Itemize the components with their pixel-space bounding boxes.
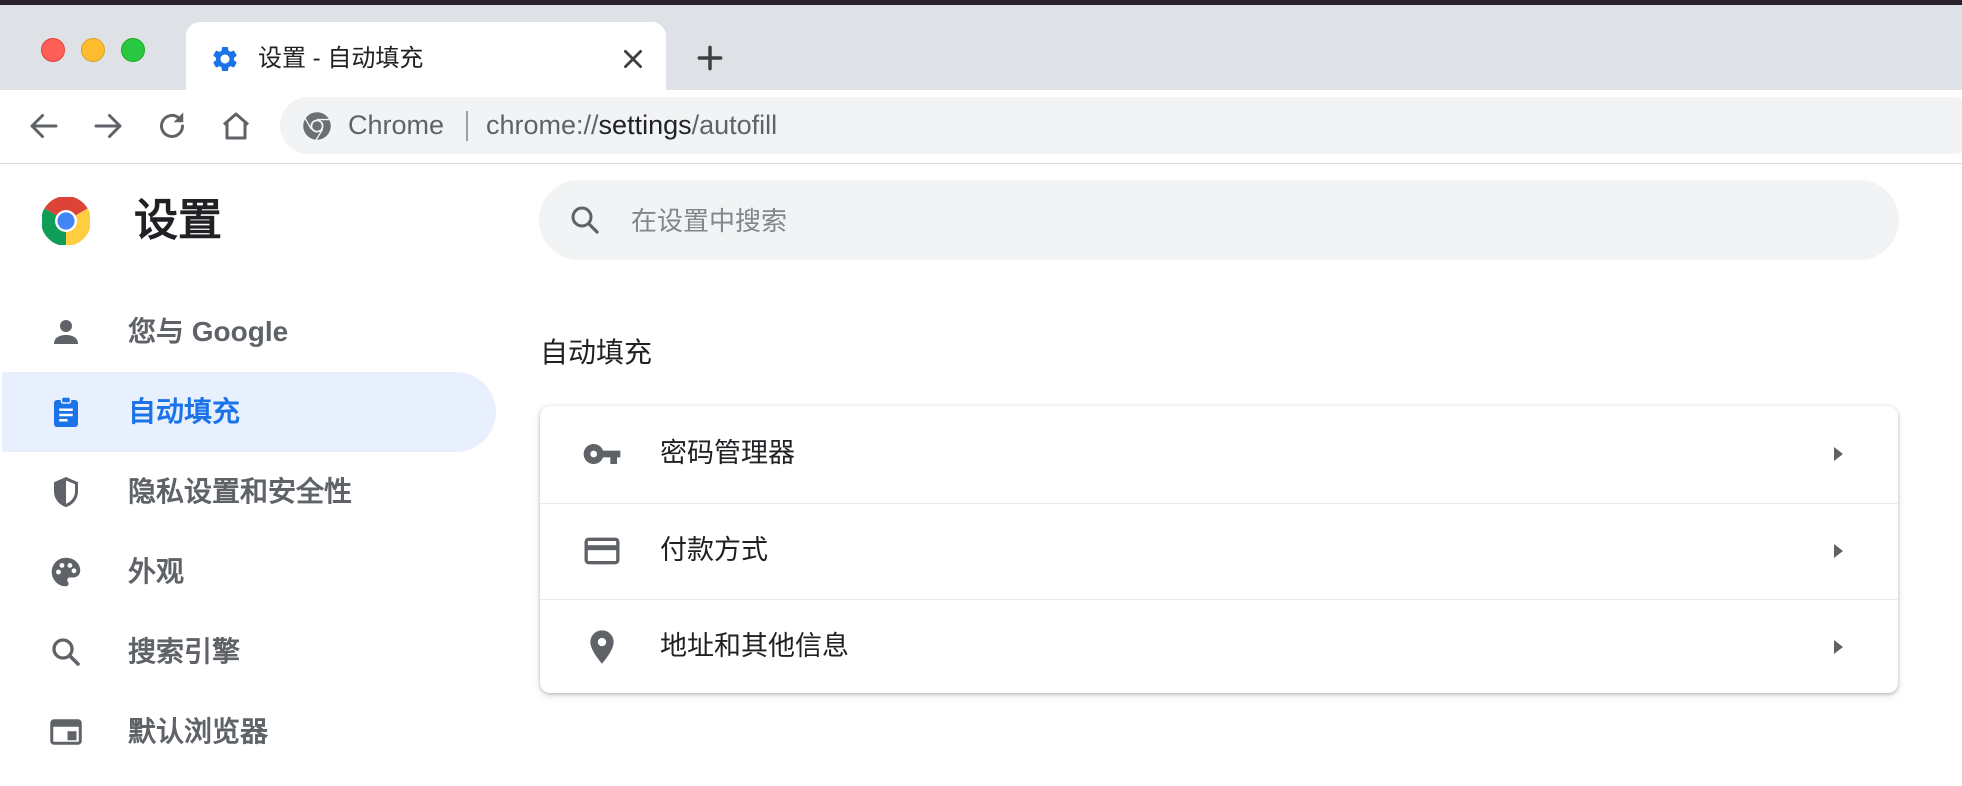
shield-icon: [54, 477, 78, 507]
gear-icon: [213, 46, 237, 71]
search-icon: [52, 638, 80, 666]
tab-title: 设置 - 自动填充: [258, 45, 424, 72]
url-scheme: chrome://: [486, 110, 599, 140]
browser-toolbar: Chrome chrome://settings/autofill: [0, 90, 1962, 164]
row-payment-methods[interactable]: 付款方式: [540, 503, 1898, 600]
section-title: 自动填充: [540, 337, 653, 368]
url-host: settings: [598, 110, 692, 140]
chevron-right-icon: [1834, 544, 1843, 558]
sidebar-item-label: 默认浏览器: [128, 716, 269, 747]
tab-settings-autofill[interactable]: 设置 - 自动填充: [186, 22, 666, 95]
new-tab-plus-icon[interactable]: [694, 42, 726, 74]
address-bar[interactable]: Chrome chrome://settings/autofill: [280, 97, 1962, 154]
sidebar-item-search-engine[interactable]: 搜索引擎: [2, 612, 496, 692]
row-label: 地址和其他信息: [660, 631, 849, 661]
site-chip-label: Chrome: [348, 110, 445, 140]
page-title: 设置: [134, 196, 222, 245]
search-icon: [571, 206, 599, 234]
chrome-logo-icon: [303, 112, 331, 141]
chevron-right-icon: [1834, 447, 1843, 461]
sidebar-item-label: 隐私设置和安全性: [128, 476, 353, 507]
sidebar-item-label: 自动填充: [128, 396, 241, 427]
settings-search-box[interactable]: [539, 180, 1899, 260]
reload-icon[interactable]: [154, 108, 190, 144]
palette-icon: [51, 557, 81, 587]
assignment-icon: [54, 396, 78, 427]
chevron-right-icon: [1834, 640, 1843, 654]
sidebar-item-autofill[interactable]: 自动填充: [2, 372, 496, 452]
row-label: 付款方式: [660, 535, 768, 565]
sidebar-item-label: 您与 Google: [128, 316, 289, 347]
minimize-window-button[interactable]: [81, 38, 105, 62]
sidebar-item-you-and-google[interactable]: 您与 Google: [2, 292, 496, 372]
browser-window-icon: [50, 719, 82, 745]
row-addresses[interactable]: 地址和其他信息: [540, 599, 1898, 693]
sidebar-item-label: 搜索引擎: [128, 636, 241, 667]
row-password-manager[interactable]: 密码管理器: [540, 406, 1898, 504]
close-tab-icon[interactable]: [620, 46, 646, 72]
person-icon: [54, 320, 78, 344]
url-text[interactable]: chrome://settings/autofill: [486, 108, 777, 142]
forward-arrow-icon[interactable]: [90, 108, 126, 144]
tab-strip: 设置 - 自动填充: [0, 5, 1962, 95]
credit-card-icon: [584, 537, 620, 565]
chrome-logo-icon: [42, 197, 90, 245]
sidebar-item-label: 外观: [128, 556, 185, 587]
close-window-button[interactable]: [41, 38, 65, 62]
back-arrow-icon[interactable]: [26, 108, 62, 144]
location-pin-icon: [590, 630, 614, 664]
sidebar-item-default-browser[interactable]: 默认浏览器: [2, 692, 496, 772]
key-icon: [583, 444, 621, 464]
sidebar-item-appearance[interactable]: 外观: [2, 532, 496, 612]
omnibox-separator: [466, 111, 468, 141]
home-icon[interactable]: [218, 108, 254, 144]
row-label: 密码管理器: [660, 438, 795, 468]
url-path: /autofill: [691, 110, 778, 140]
maximize-window-button[interactable]: [121, 38, 145, 62]
sidebar-item-privacy-security[interactable]: 隐私设置和安全性: [2, 452, 496, 532]
search-input[interactable]: [629, 198, 1833, 244]
autofill-card: 密码管理器 付款方式 地址和其他信息: [540, 406, 1898, 693]
